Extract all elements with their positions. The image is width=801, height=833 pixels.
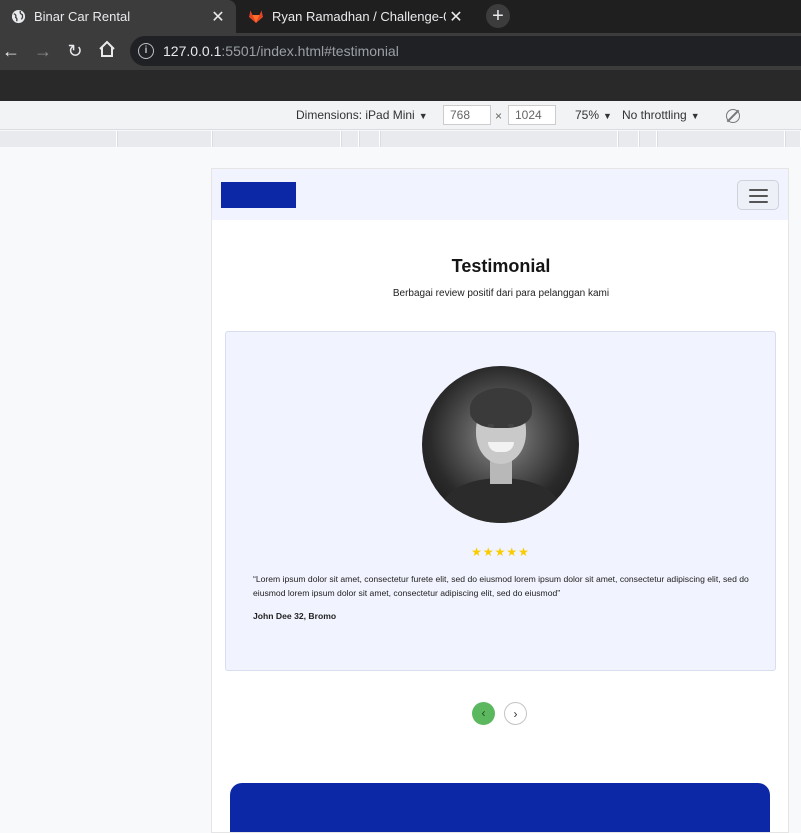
reload-icon[interactable]: ↻ [64,40,86,62]
rotate-icon[interactable] [726,109,740,123]
avatar [422,366,579,523]
globe-icon [10,9,26,25]
new-tab-button[interactable]: + [486,4,510,28]
caret-down-icon: ▼ [603,111,612,121]
zoom-dropdown[interactable]: 75% ▼ [575,108,612,122]
gitlab-icon [248,9,264,25]
tab-gitlab[interactable]: Ryan Ramadhan / Challenge-03 · ✕ [238,0,474,33]
address-bar[interactable]: i 127.0.0.1:5501/index.html#testimonial [130,36,801,66]
dimensions-dropdown[interactable]: Dimensions: iPad Mini ▼ [296,108,428,122]
testimonial-card: ★★★★★ “Lorem ipsum dolor sit amet, conse… [225,331,776,671]
caret-down-icon: ▼ [418,111,428,121]
carousel-next-button[interactable]: › [504,702,527,725]
times-label: × [495,109,503,123]
site-navbar [212,169,788,220]
tab-title: Binar Car Rental [34,9,131,24]
section-title: Testimonial [451,256,551,276]
testimonial-author: John Dee 32, Bromo [253,611,337,621]
browser-toolbar: ← → ↻ i 127.0.0.1:5501/index.html#testim… [0,33,801,70]
section-subtitle: Berbagai review positif dari para pelang… [392,288,610,299]
tab-title: Ryan Ramadhan / Challenge-03 · [272,9,446,24]
browser-chrome-band [0,70,801,101]
height-input[interactable]: 1024 [508,105,556,125]
menu-line [749,195,768,197]
info-icon[interactable]: i [138,43,154,59]
device-toolbar: Dimensions: iPad Mini ▼ 768 × 1024 75% ▼ N… [0,101,801,130]
home-icon[interactable] [96,40,118,62]
throttling-dropdown[interactable]: No throttling ▼ [622,108,700,122]
device-viewport: Testimonial Berbagai review positif dari… [211,168,789,833]
back-arrow-icon[interactable]: ← [0,40,22,62]
testimonial-quote: “Lorem ipsum dolor sit amet, consectetur… [253,574,749,598]
forward-arrow-icon[interactable]: → [32,40,54,62]
media-query-ruler [0,131,801,147]
star-rating: ★★★★★ [471,545,530,559]
url-text: 127.0.0.1:5501/index.html#testimonial [163,43,399,59]
caret-down-icon: ▼ [690,111,700,121]
brand-logo[interactable] [221,182,296,208]
carousel-prev-button[interactable]: ‹ [472,702,495,725]
tab-strip: Binar Car Rental ✕ Ryan Ramadhan / Chall… [0,0,801,33]
menu-line [749,189,768,191]
hamburger-menu-button[interactable] [737,180,779,210]
tab-binar-car-rental[interactable]: Binar Car Rental ✕ [0,0,236,33]
close-tab-icon[interactable]: ✕ [208,7,228,27]
close-tab-icon[interactable]: ✕ [446,7,466,27]
width-input[interactable]: 768 [443,105,491,125]
menu-line [749,201,768,203]
cta-banner [230,783,770,832]
